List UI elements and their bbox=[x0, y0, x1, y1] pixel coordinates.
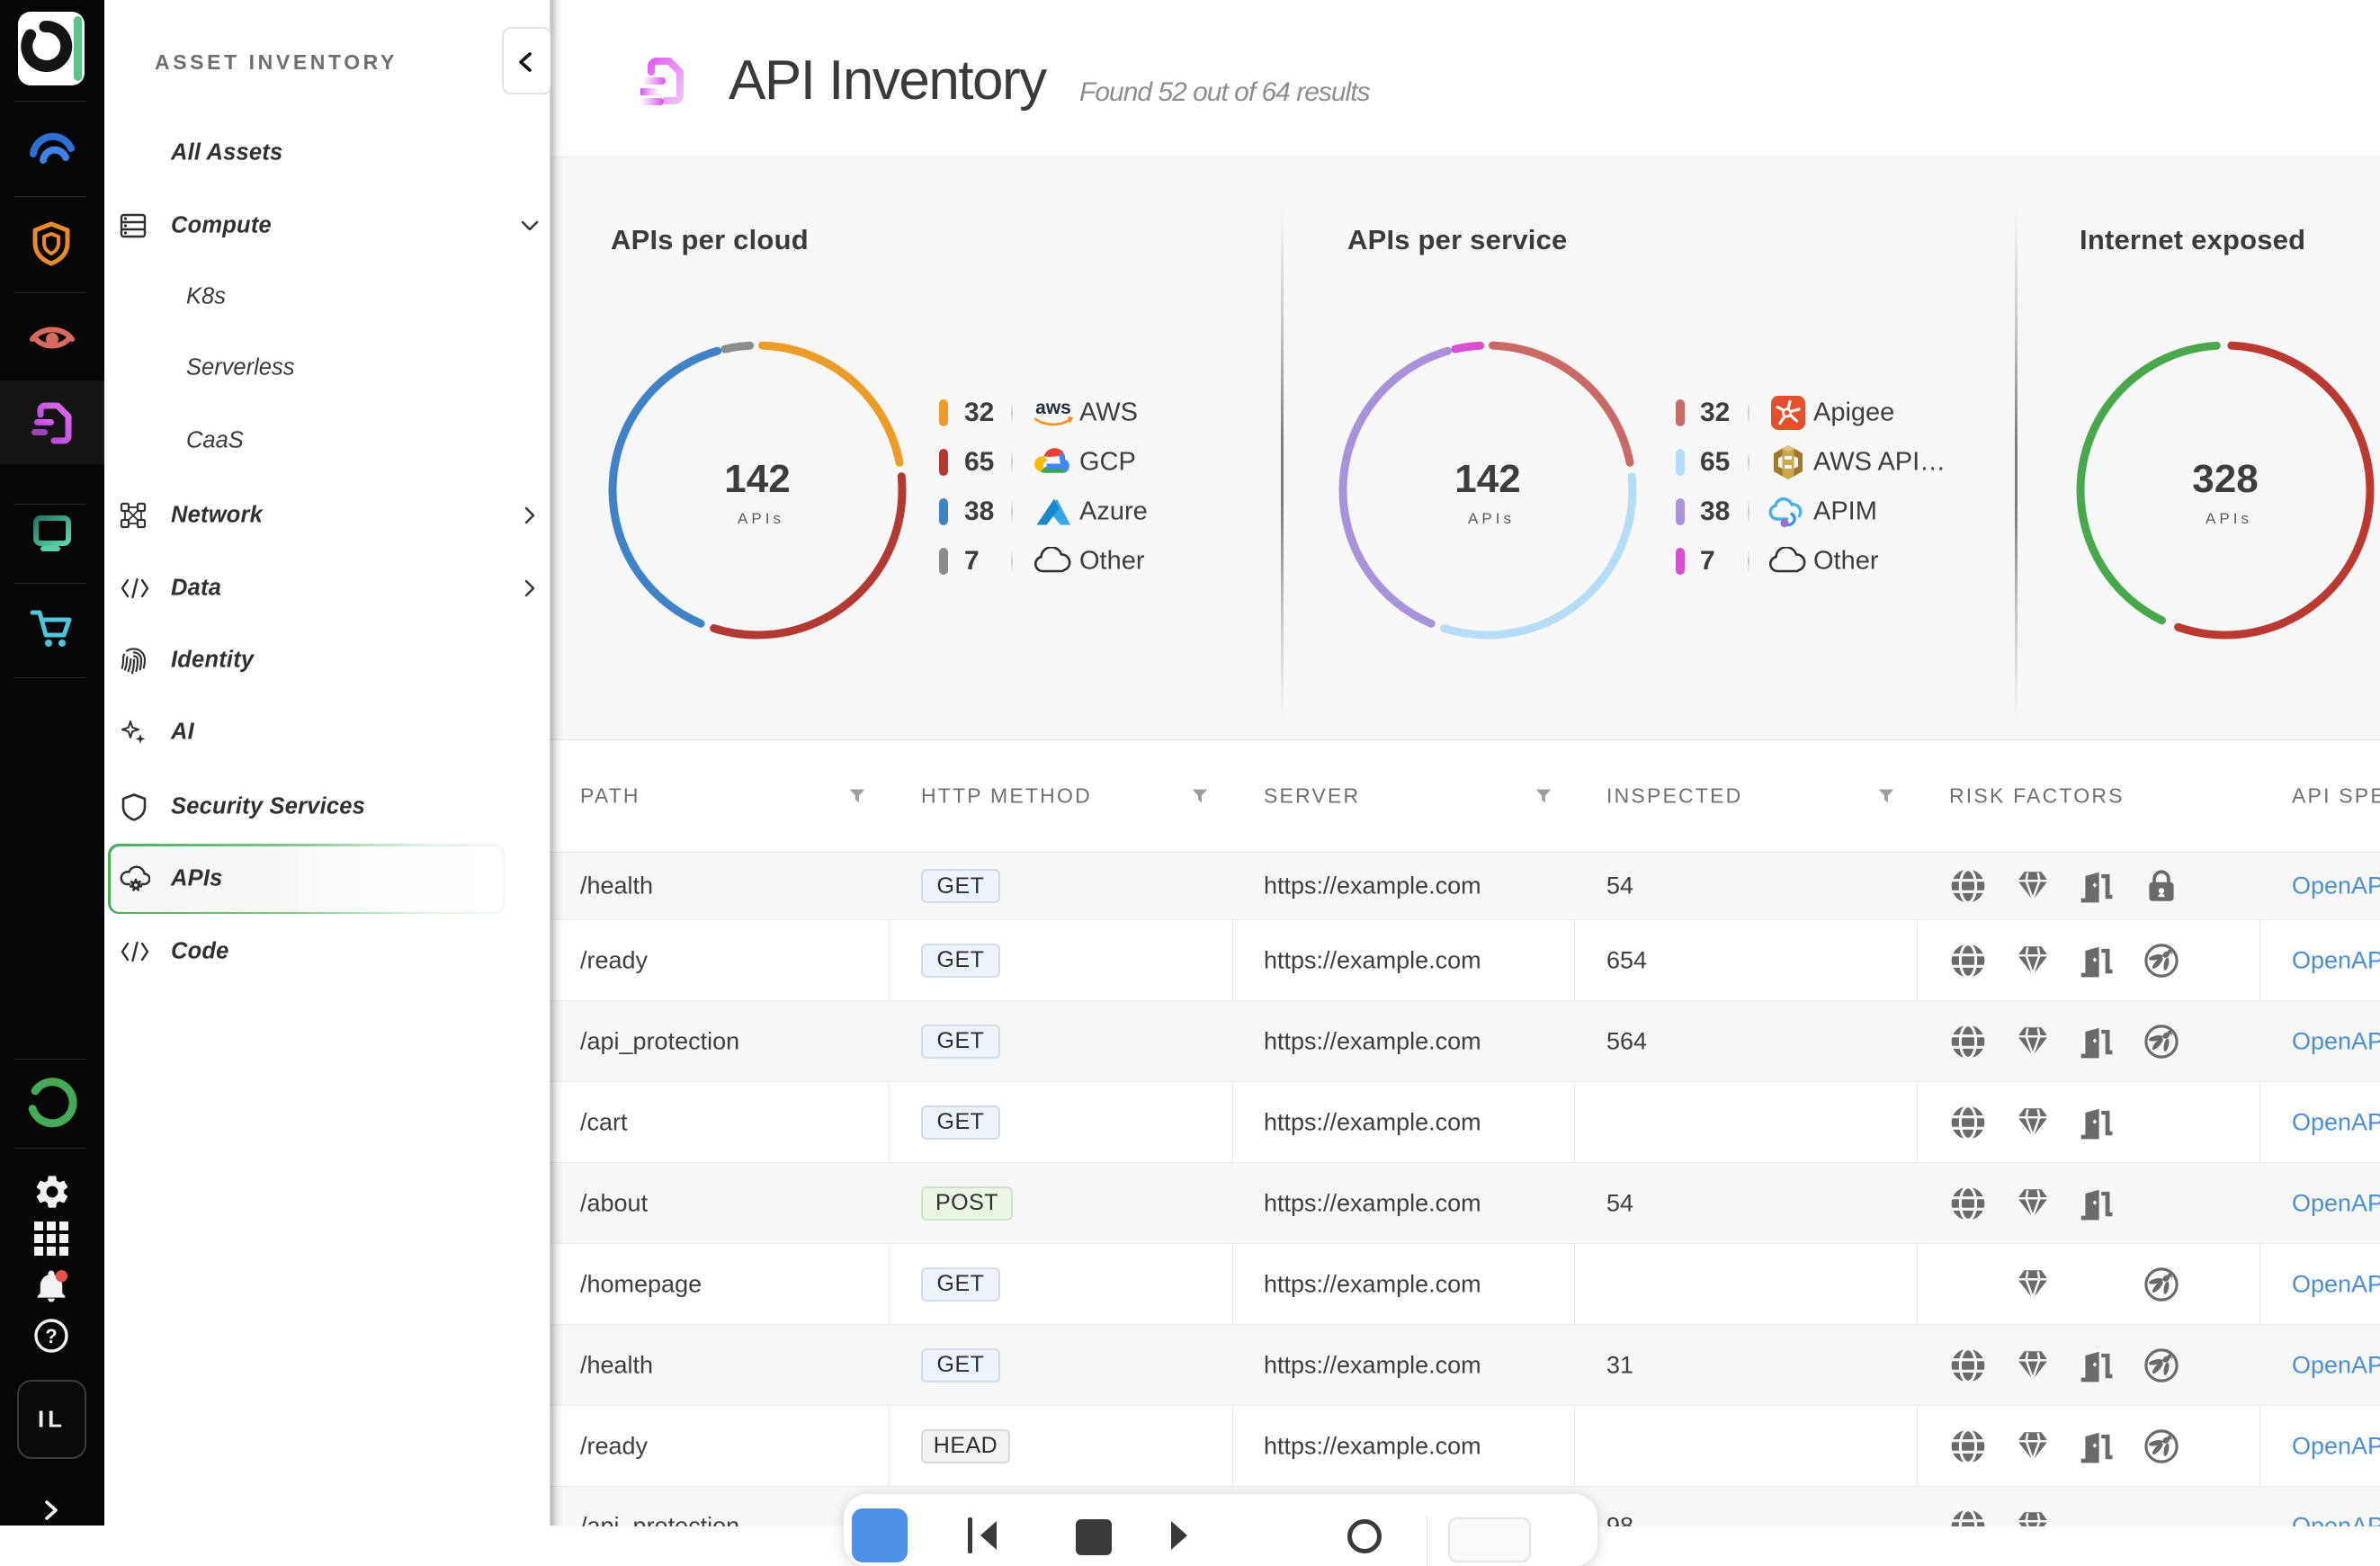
svg-text:?: ? bbox=[45, 1325, 57, 1347]
svg-text:aws: aws bbox=[1035, 398, 1071, 418]
